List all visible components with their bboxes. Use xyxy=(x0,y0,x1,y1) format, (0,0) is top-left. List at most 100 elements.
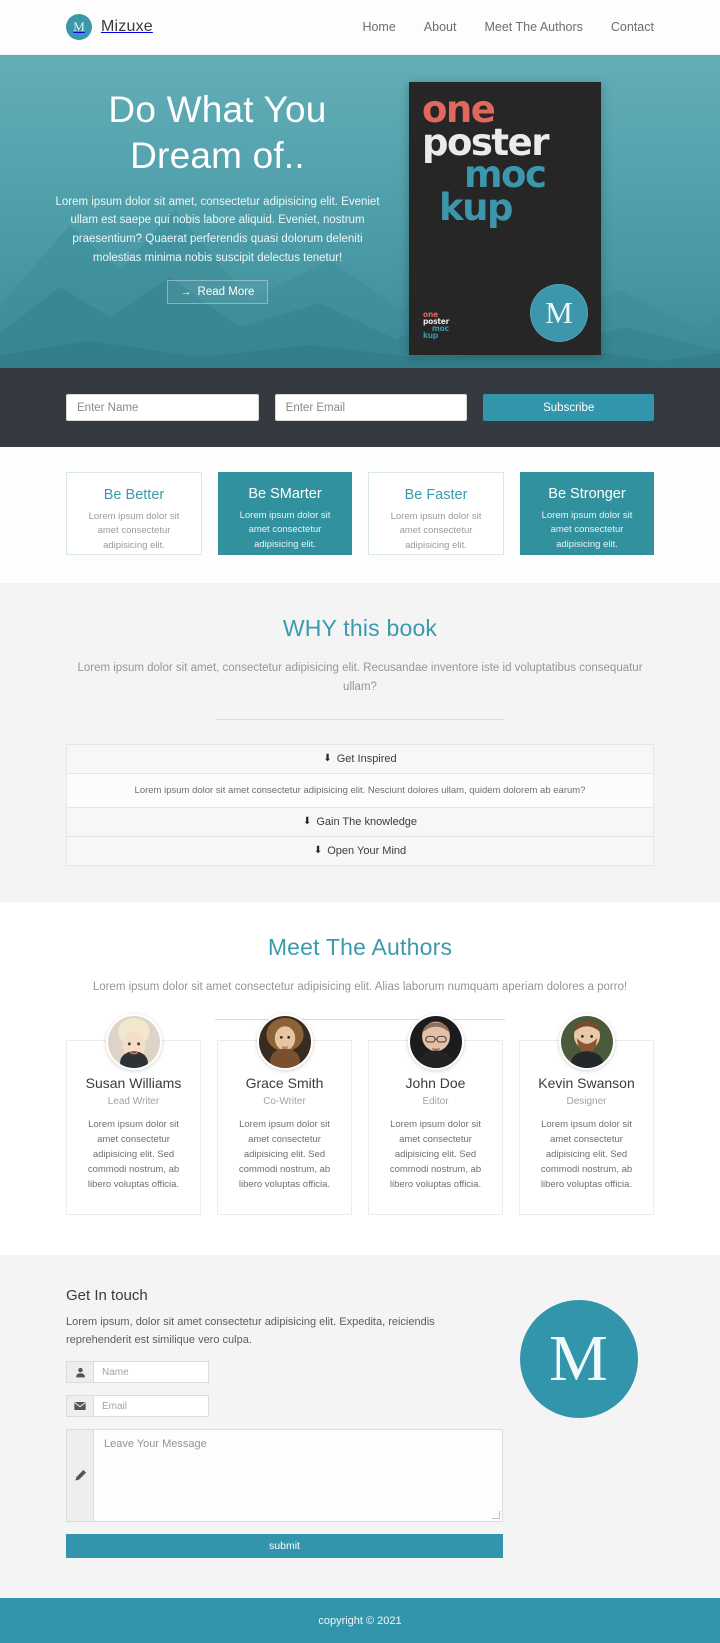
footer: copyright © 2021 xyxy=(0,1598,720,1643)
accordion-header-get-inspired[interactable]: ⬇ Get Inspired xyxy=(67,744,653,774)
hero-section: Do What You Dream of.. Lorem ipsum dolor… xyxy=(0,55,720,368)
brand-logo[interactable]: M Mizuxe xyxy=(66,14,153,40)
author-role: Co-Writer xyxy=(263,1095,306,1107)
authors-divider xyxy=(215,1018,505,1020)
poster-mini-kup: kup xyxy=(423,330,439,340)
hero-description: Lorem ipsum dolor sit amet, consectetur … xyxy=(55,195,380,264)
author-name: John Doe xyxy=(405,1074,466,1091)
nav-link-home[interactable]: Home xyxy=(362,20,395,34)
accordion-body-get-inspired: Lorem ipsum dolor sit amet consectetur a… xyxy=(67,773,653,808)
read-more-button[interactable]: → Read More xyxy=(166,280,269,305)
feature-cards-section: Be Better Lorem ipsum dolor sit amet con… xyxy=(0,447,720,583)
author-name: Kevin Swanson xyxy=(538,1074,635,1091)
accordion-header-label: Gain The knowledge xyxy=(316,815,418,828)
contact-form-column: Get In touch Lorem ipsum, dolor sit amet… xyxy=(66,1286,503,1559)
author-card: Susan Williams Lead Writer Lorem ipsum d… xyxy=(66,1013,201,1215)
authors-subtitle: Lorem ipsum dolor sit amet consectetur a… xyxy=(92,980,628,993)
poster-m-badge-icon: M xyxy=(530,284,588,342)
contact-section: Get In touch Lorem ipsum, dolor sit amet… xyxy=(0,1254,720,1599)
download-circle-icon: ⬇ xyxy=(323,753,332,765)
hero-title-line-2: Dream of.. xyxy=(130,135,305,177)
contact-name-group: Name xyxy=(66,1361,503,1384)
download-circle-icon: ⬇ xyxy=(313,845,323,857)
person-icon xyxy=(66,1361,94,1384)
download-circle-icon: ⬇ xyxy=(302,816,312,828)
brand-logo-large-icon: M xyxy=(519,1299,638,1418)
contact-logo-column: M xyxy=(503,1287,654,1558)
contact-email-input[interactable]: Email xyxy=(94,1395,209,1418)
poster-image-wrapper: one poster moc kup one poster moc kup M xyxy=(409,82,601,368)
contact-email-group: Email xyxy=(66,1395,503,1418)
nav-link-about[interactable]: About xyxy=(424,20,457,34)
contact-name-input[interactable]: Name xyxy=(94,1361,209,1384)
why-title: WHY this book xyxy=(282,615,438,641)
subscribe-button[interactable]: Subscribe xyxy=(483,394,655,421)
author-bio: Lorem ipsum dolor sit amet consectetur a… xyxy=(87,1118,180,1190)
author-bio: Lorem ipsum dolor sit amet consectetur a… xyxy=(540,1118,633,1190)
author-bio: Lorem ipsum dolor sit amet consectetur a… xyxy=(389,1118,482,1190)
feature-card-be-faster[interactable]: Be Faster Lorem ipsum dolor sit amet con… xyxy=(368,472,504,555)
read-more-label: Read More xyxy=(197,286,255,299)
brand-badge-icon: M xyxy=(66,14,92,40)
poster-typography: one poster moc kup xyxy=(422,91,593,229)
poster-mockup-image: one poster moc kup one poster moc kup M xyxy=(409,82,601,355)
navbar: M Mizuxe Home About Meet The Authors Con… xyxy=(0,0,720,55)
feature-card-text: Lorem ipsum dolor sit amet consectetur a… xyxy=(88,511,180,551)
avatar xyxy=(558,1013,615,1070)
feature-card-text: Lorem ipsum dolor sit amet consectetur a… xyxy=(541,510,633,550)
author-role: Lead Writer xyxy=(107,1095,160,1107)
why-accordion: ⬇ Get Inspired Lorem ipsum dolor sit ame… xyxy=(66,743,654,866)
why-divider xyxy=(215,718,505,720)
author-bio: Lorem ipsum dolor sit amet consectetur a… xyxy=(238,1118,331,1190)
poster-mini-logo: one poster moc kup xyxy=(423,310,449,340)
feature-card-be-better[interactable]: Be Better Lorem ipsum dolor sit amet con… xyxy=(66,472,202,555)
hero-title: Do What You Dream of.. xyxy=(40,87,395,180)
accordion-header-open-your-mind[interactable]: ⬇ Open Your Mind xyxy=(67,836,653,865)
pencil-icon xyxy=(66,1429,94,1523)
feature-card-text: Lorem ipsum dolor sit amet consectetur a… xyxy=(390,511,482,551)
arrow-right-icon: → xyxy=(180,286,192,299)
feature-card-text: Lorem ipsum dolor sit amet consectetur a… xyxy=(239,510,331,550)
feature-card-title: Be Stronger xyxy=(548,486,626,502)
nav-links: Home About Meet The Authors Contact xyxy=(362,20,654,34)
feature-card-be-smarter[interactable]: Be SMarter Lorem ipsum dolor sit amet co… xyxy=(218,472,352,555)
contact-description: Lorem ipsum, dolor sit amet consectetur … xyxy=(66,1315,435,1346)
author-name: Susan Williams xyxy=(85,1074,182,1091)
subscribe-email-input[interactable]: Enter Email xyxy=(274,394,468,421)
hero-title-line-1: Do What You xyxy=(108,89,327,130)
authors-section: Meet The Authors Lorem ipsum dolor sit a… xyxy=(0,901,720,1255)
accordion-header-gain-the-knowledge[interactable]: ⬇ Gain The knowledge xyxy=(67,807,653,837)
envelope-icon xyxy=(66,1395,94,1418)
submit-button[interactable]: submit xyxy=(66,1534,503,1559)
authors-title: Meet The Authors xyxy=(267,933,453,960)
author-card: John Doe Editor Lorem ipsum dolor sit am… xyxy=(368,1013,503,1215)
subscribe-name-input[interactable]: Enter Name xyxy=(66,394,259,421)
feature-card-title: Be Faster xyxy=(404,487,468,503)
feature-card-be-stronger[interactable]: Be Stronger Lorem ipsum dolor sit amet c… xyxy=(520,472,654,555)
authors-grid: Susan Williams Lead Writer Lorem ipsum d… xyxy=(66,1013,654,1215)
poster-word-kup: kup xyxy=(439,185,513,229)
nav-link-contact[interactable]: Contact xyxy=(611,20,654,34)
author-card: Kevin Swanson Designer Lorem ipsum dolor… xyxy=(519,1013,654,1215)
author-role: Designer xyxy=(566,1095,607,1107)
accordion-header-label: Open Your Mind xyxy=(327,844,407,857)
avatar xyxy=(256,1013,313,1070)
author-name: Grace Smith xyxy=(245,1074,324,1091)
copyright-text: copyright © 2021 xyxy=(318,1614,402,1627)
avatar xyxy=(407,1013,464,1070)
nav-link-meet-the-authors[interactable]: Meet The Authors xyxy=(484,20,582,34)
feature-card-title: Be Better xyxy=(103,487,165,503)
why-subtitle: Lorem ipsum dolor sit amet, consectetur … xyxy=(77,662,643,693)
brand-name: Mizuxe xyxy=(101,18,153,35)
accordion-header-label: Get Inspired xyxy=(336,752,397,765)
author-card: Grace Smith Co-Writer Lorem ipsum dolor … xyxy=(217,1013,352,1215)
subscribe-bar: Enter Name Enter Email Subscribe xyxy=(0,368,720,447)
feature-card-title: Be SMarter xyxy=(248,486,322,502)
why-section: WHY this book Lorem ipsum dolor sit amet… xyxy=(0,583,720,902)
contact-title: Get In touch xyxy=(66,1286,148,1304)
hero-text-block: Do What You Dream of.. Lorem ipsum dolor… xyxy=(40,55,395,368)
avatar xyxy=(105,1013,162,1070)
contact-message-textarea[interactable]: Leave Your Message xyxy=(94,1429,503,1523)
author-role: Editor xyxy=(422,1095,449,1107)
contact-message-group: Leave Your Message xyxy=(66,1429,503,1523)
